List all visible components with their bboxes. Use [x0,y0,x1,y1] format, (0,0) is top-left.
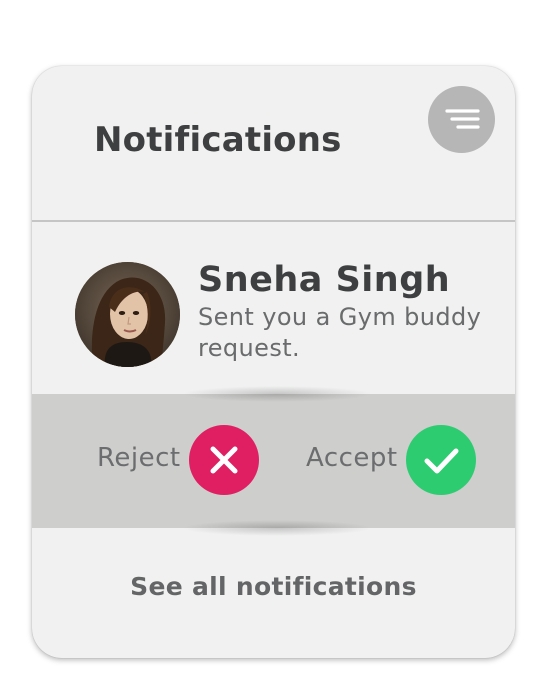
menu-button[interactable] [428,86,495,153]
avatar [75,262,180,367]
notification-message: Sent you a Gym buddy request. [198,303,482,362]
reject-label: Reject [97,443,181,473]
notification-item: Sneha Singh Sent you a Gym buddy request… [32,222,515,394]
avatar-photo [75,262,180,367]
card-header: Notifications [32,66,515,222]
card-footer: See all notifications [32,528,515,658]
check-icon [424,448,459,474]
see-all-notifications-link[interactable]: See all notifications [32,570,515,604]
action-bar: Reject Accept [32,386,515,536]
accept-label: Accept [306,443,398,473]
close-icon [210,446,238,474]
notifications-card: Notifications Sneha Singh Sent you a Gym… [32,66,515,658]
menu-lines-icon [445,109,480,129]
sender-name: Sneha Singh [198,260,451,300]
page-title: Notifications [94,120,342,160]
reject-button[interactable] [189,425,259,495]
accept-button[interactable] [406,425,476,495]
